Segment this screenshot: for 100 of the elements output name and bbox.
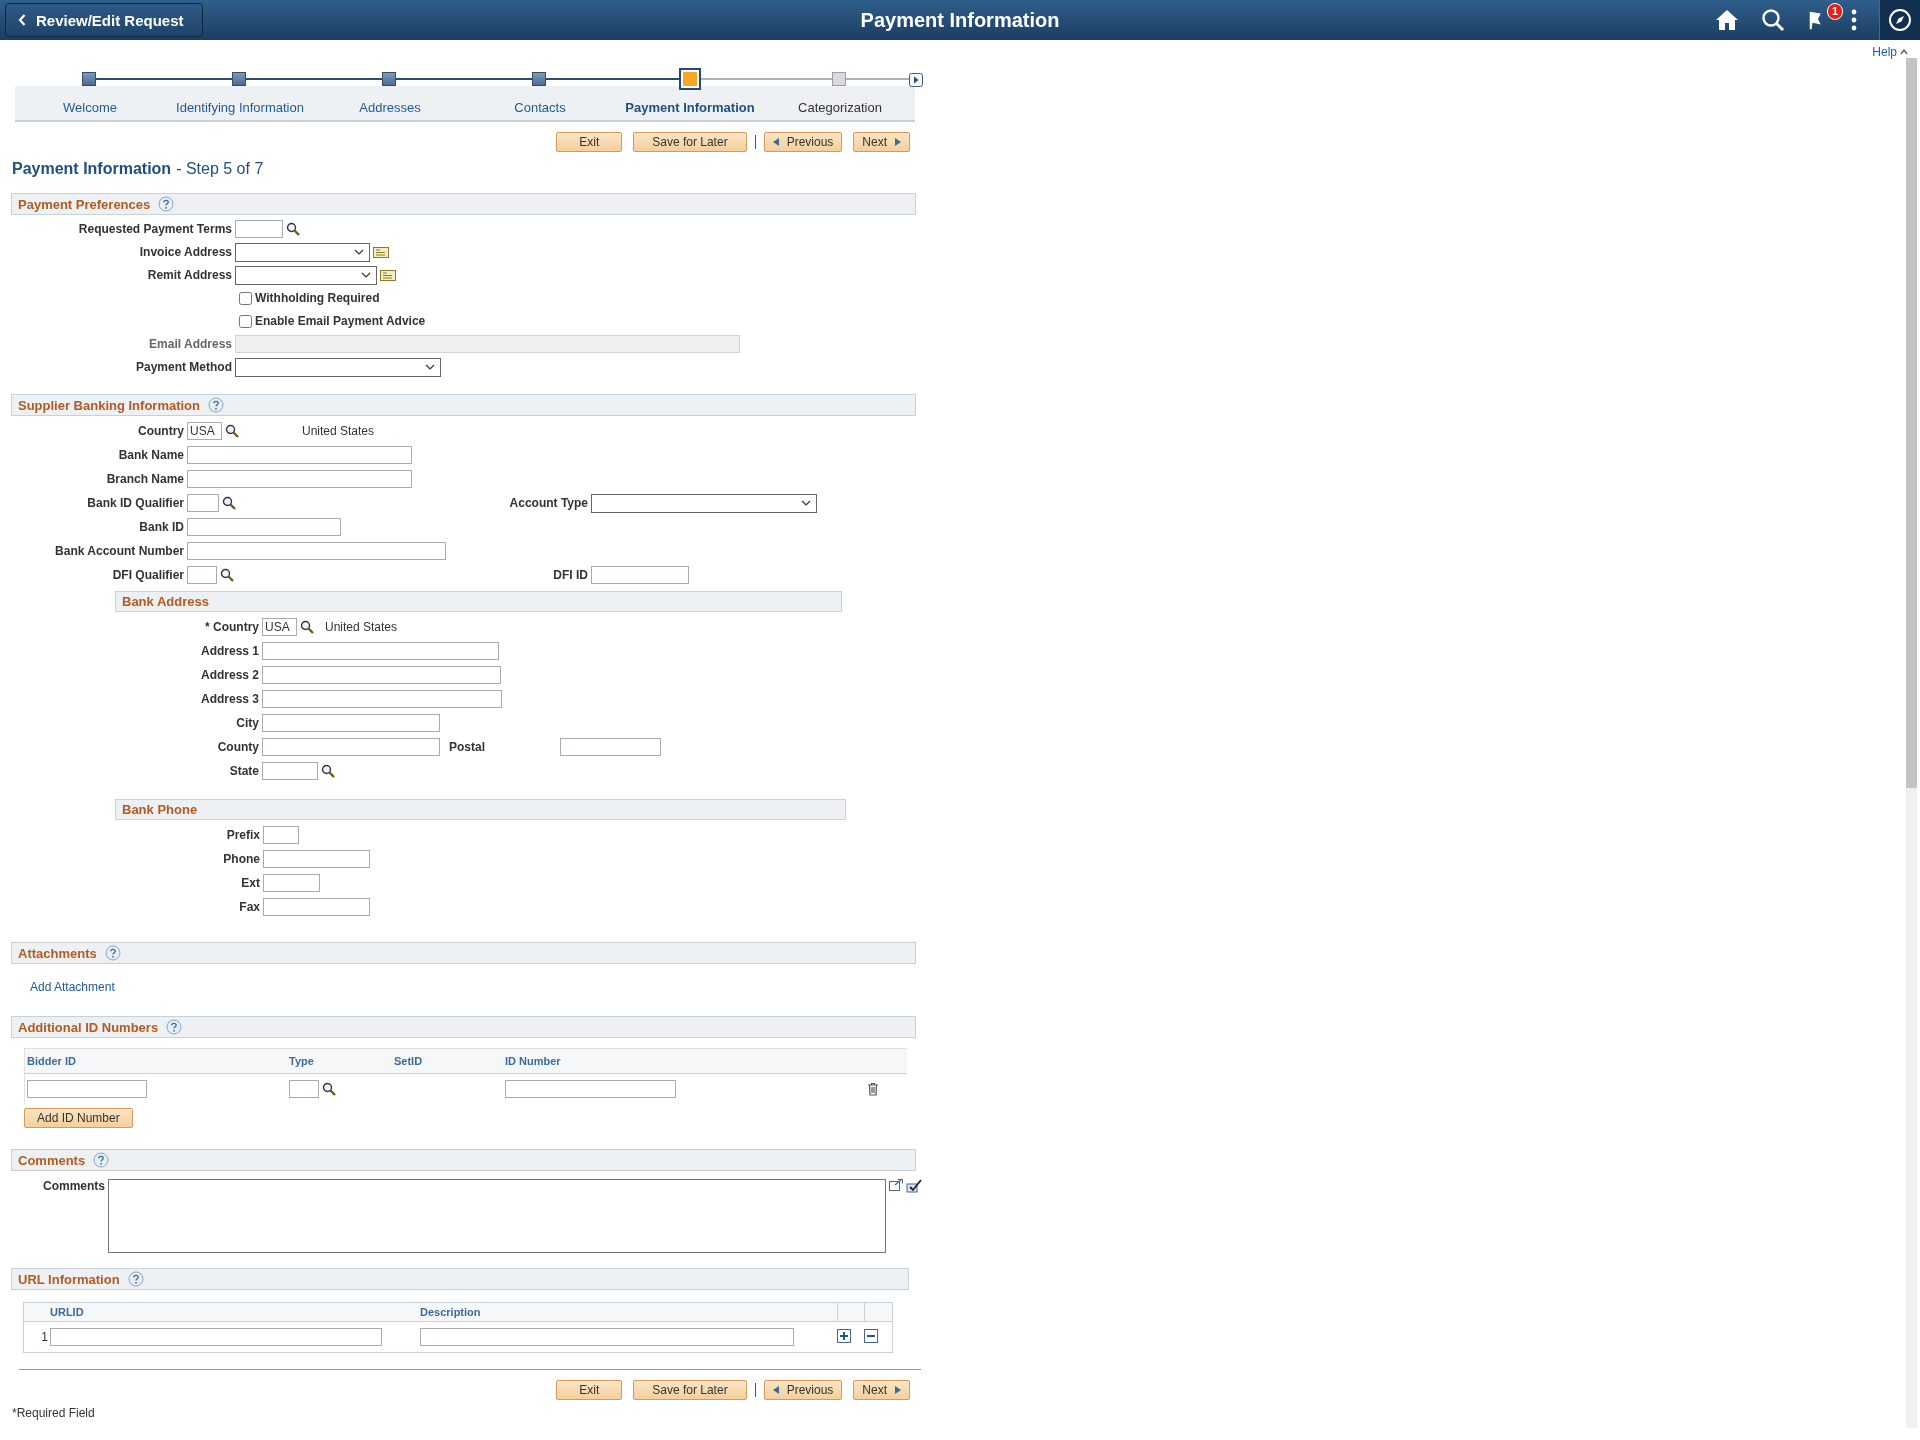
input-field[interactable] <box>263 898 370 916</box>
help-icon[interactable] <box>158 196 175 212</box>
help-icon[interactable] <box>208 397 224 413</box>
input-field[interactable] <box>263 850 370 868</box>
input-field[interactable] <box>289 1080 319 1098</box>
expand-icon[interactable] <box>889 1179 903 1191</box>
input-field[interactable] <box>262 642 499 660</box>
required-field-note: *Required Field <box>12 1406 96 1420</box>
input-field[interactable] <box>187 566 217 584</box>
notification-badge: 1 <box>1827 3 1843 20</box>
wizard-step[interactable]: Contacts <box>465 72 615 120</box>
dropdown-field[interactable] <box>235 265 377 285</box>
address-card-icon[interactable] <box>380 269 396 281</box>
wizard-step[interactable]: Welcome <box>15 72 165 120</box>
field-label: Ext <box>240 876 260 890</box>
chevron-left-icon <box>18 14 26 26</box>
action-button[interactable]: Save for Later <box>633 132 747 152</box>
compass-icon <box>1888 8 1912 32</box>
delete-row-icon[interactable] <box>864 1328 878 1343</box>
back-button[interactable]: Review/Edit Request <box>5 3 203 37</box>
wizard-step[interactable]: Addresses <box>315 72 465 120</box>
dropdown-field[interactable] <box>591 493 817 513</box>
delete-icon[interactable] <box>867 1082 879 1096</box>
row-number: 1 <box>40 1330 49 1344</box>
search-icon[interactable] <box>1761 8 1785 32</box>
compass-button[interactable] <box>1879 0 1920 40</box>
input-field[interactable] <box>263 826 299 844</box>
comments-text-area[interactable] <box>108 1179 886 1253</box>
right-triangle-icon <box>895 138 901 146</box>
previous-button[interactable]: Previous <box>763 1380 843 1400</box>
field-label: Fax <box>238 900 260 914</box>
field-label: Requested Payment Terms <box>77 222 232 236</box>
section-title: Additional ID Numbers <box>18 1019 159 1035</box>
chevron-down-icon <box>354 249 364 255</box>
input-field[interactable] <box>187 494 219 512</box>
field-label: Prefix <box>225 828 260 842</box>
search-icon[interactable] <box>220 568 234 582</box>
input-field[interactable] <box>262 762 318 780</box>
input-field[interactable] <box>262 690 502 708</box>
search-icon[interactable] <box>321 764 335 778</box>
input-field[interactable] <box>187 470 412 488</box>
field-label: Bank Account Number <box>54 544 184 558</box>
previous-button[interactable]: Previous <box>763 132 843 152</box>
country-description: United States <box>325 620 398 634</box>
search-icon[interactable] <box>322 1082 336 1096</box>
input-field[interactable] <box>262 714 440 732</box>
input-field[interactable] <box>187 542 446 560</box>
scrollbar[interactable] <box>1906 58 1917 1428</box>
action-button[interactable]: Exit <box>556 1380 623 1400</box>
dropdown-field[interactable] <box>235 357 441 377</box>
input-field[interactable] <box>27 1080 147 1098</box>
input-field[interactable] <box>263 874 320 892</box>
column-header: ID Number <box>504 1055 562 1067</box>
wizard-step[interactable]: Categorization <box>765 72 915 120</box>
field-label: DFI ID <box>552 568 588 582</box>
add-row-icon[interactable] <box>837 1328 851 1343</box>
input-field[interactable] <box>235 220 283 238</box>
search-icon[interactable] <box>222 496 236 510</box>
input-field[interactable] <box>187 446 412 464</box>
spell-check-icon[interactable] <box>906 1179 922 1193</box>
search-icon[interactable] <box>300 620 314 634</box>
next-button[interactable]: Next <box>853 132 910 152</box>
action-button[interactable]: Exit <box>556 132 623 152</box>
field-label: Address 3 <box>199 692 259 706</box>
input-field[interactable] <box>505 1080 676 1098</box>
left-triangle-icon <box>772 1386 779 1394</box>
input-field[interactable] <box>591 566 689 584</box>
help-icon[interactable] <box>127 1271 144 1287</box>
next-button[interactable]: Next <box>853 1380 910 1400</box>
help-icon[interactable] <box>166 1019 183 1035</box>
checkbox[interactable] <box>239 291 252 305</box>
input-field[interactable] <box>420 1328 794 1346</box>
add-attachment-link[interactable]: Add Attachment <box>30 980 922 994</box>
input-field[interactable]: USA <box>262 618 297 636</box>
more-menu-icon[interactable] <box>1851 9 1857 31</box>
chevron-down-icon <box>425 364 435 370</box>
input-field[interactable] <box>50 1328 382 1346</box>
input-field[interactable] <box>262 666 501 684</box>
wizard-step[interactable]: Identifying Information <box>165 72 315 120</box>
help-icon[interactable] <box>104 945 121 961</box>
input-field[interactable]: USA <box>187 422 222 440</box>
scroll-up-icon[interactable] <box>1900 49 1908 55</box>
step-indicator: - Step 5 of 7 <box>176 160 264 177</box>
search-icon[interactable] <box>286 222 300 236</box>
input-field[interactable] <box>560 738 661 756</box>
input-field[interactable] <box>262 738 440 756</box>
section-title: URL Information <box>18 1271 120 1287</box>
column-header: Type <box>288 1055 315 1067</box>
add-id-number-button[interactable]: Add ID Number <box>24 1108 133 1128</box>
action-button[interactable]: Save for Later <box>633 1380 747 1400</box>
search-icon[interactable] <box>225 424 239 438</box>
help-icon[interactable] <box>93 1152 110 1168</box>
help-link[interactable]: Help <box>1872 45 1897 59</box>
checkbox[interactable] <box>239 314 252 328</box>
address-card-icon[interactable] <box>373 246 389 258</box>
field-label: Account Type <box>508 496 588 510</box>
home-icon[interactable] <box>1715 9 1739 31</box>
page-header-title: Payment Information <box>860 8 1060 32</box>
input-field[interactable] <box>187 518 341 536</box>
dropdown-field[interactable] <box>235 242 370 262</box>
